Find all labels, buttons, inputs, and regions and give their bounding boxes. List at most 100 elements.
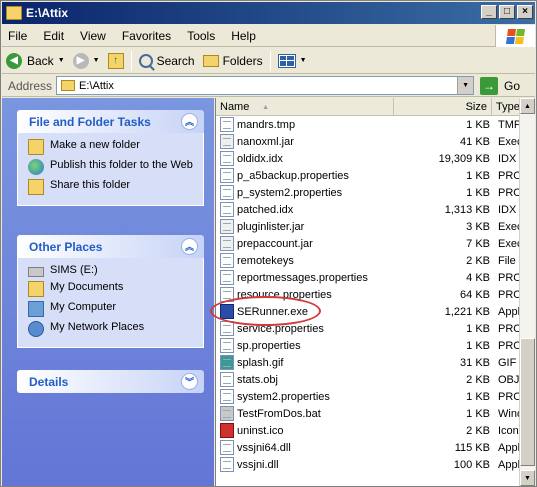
menu-view[interactable]: View bbox=[72, 29, 114, 43]
file-row[interactable]: system2.properties 1 KB PRO bbox=[216, 388, 520, 405]
file-row[interactable]: p_a5backup.properties 1 KB PRO bbox=[216, 167, 520, 184]
file-size: 41 KB bbox=[460, 135, 490, 148]
scroll-up-button[interactable]: ▲ bbox=[520, 98, 535, 114]
title-bar[interactable]: E:\Attix _ □ × bbox=[2, 2, 535, 24]
back-dropdown-icon[interactable]: ▼ bbox=[58, 57, 65, 64]
file-folder-tasks-header[interactable]: File and Folder Tasks ︽ bbox=[17, 110, 204, 133]
file-row[interactable]: stats.obj 2 KB OBJ bbox=[216, 371, 520, 388]
up-folder-icon: ↑ bbox=[107, 52, 124, 69]
vertical-scrollbar[interactable]: ▲ ▼ bbox=[519, 98, 535, 486]
folders-button[interactable]: Folders bbox=[199, 50, 267, 72]
place-sims-drive[interactable]: SIMS (E:) bbox=[28, 264, 195, 277]
close-button[interactable]: × bbox=[517, 5, 533, 19]
file-type: Appl bbox=[498, 305, 520, 318]
file-row[interactable]: p_system2.properties 1 KB PRO bbox=[216, 184, 520, 201]
file-row[interactable]: remotekeys 2 KB File bbox=[216, 252, 520, 269]
toolbar-separator bbox=[130, 50, 132, 71]
back-button[interactable]: ◀ Back ▼ bbox=[2, 50, 69, 72]
file-type: IDX I bbox=[498, 203, 520, 216]
address-value: E:\Attix bbox=[79, 79, 114, 92]
file-row[interactable]: nanoxml.jar 41 KB Exec bbox=[216, 133, 520, 150]
file-name: splash.gif bbox=[237, 356, 284, 369]
jar-file-icon bbox=[220, 219, 234, 234]
task-label: Publish this folder to the Web bbox=[50, 159, 193, 171]
file-icon bbox=[220, 185, 234, 200]
file-row[interactable]: reportmessages.properties 4 KB PRO bbox=[216, 269, 520, 286]
file-type: TMP bbox=[498, 118, 520, 131]
file-row[interactable]: SERunner.exe 1,221 KB Appl bbox=[216, 303, 520, 320]
batch-file-icon bbox=[220, 406, 234, 421]
menu-favorites[interactable]: Favorites bbox=[114, 29, 179, 43]
column-header-name[interactable]: Name ▲ bbox=[216, 98, 394, 116]
file-size: 1 KB bbox=[466, 339, 490, 352]
file-name-cell: patched.idx bbox=[216, 202, 398, 217]
file-row[interactable]: patched.idx 1,313 KB IDX I bbox=[216, 201, 520, 218]
file-row[interactable]: pluginlister.jar 3 KB Exec bbox=[216, 218, 520, 235]
file-row[interactable]: sp.properties 1 KB PRO bbox=[216, 337, 520, 354]
menu-edit[interactable]: Edit bbox=[35, 29, 72, 43]
share-folder-link[interactable]: Share this folder bbox=[28, 179, 195, 195]
file-row[interactable]: oldidx.idx 19,309 KB IDX I bbox=[216, 150, 520, 167]
file-name-cell: uninst.ico bbox=[216, 423, 398, 438]
file-name-cell: remotekeys bbox=[216, 253, 398, 268]
publish-web-icon bbox=[28, 159, 44, 175]
file-row[interactable]: vssjni.dll 100 KB Appl bbox=[216, 456, 520, 473]
views-dropdown-icon[interactable]: ▼ bbox=[300, 57, 307, 64]
column-header-type[interactable]: Type bbox=[492, 98, 520, 116]
file-row[interactable]: resource.properties 64 KB PRO bbox=[216, 286, 520, 303]
menu-tools[interactable]: Tools bbox=[179, 29, 223, 43]
panel-title: Other Places bbox=[29, 239, 103, 254]
file-icon bbox=[220, 151, 234, 166]
file-type: PRO bbox=[498, 288, 520, 301]
file-size: 31 KB bbox=[460, 356, 490, 369]
file-row[interactable]: vssjni64.dll 115 KB Appl bbox=[216, 439, 520, 456]
file-row[interactable]: splash.gif 31 KB GIF I bbox=[216, 354, 520, 371]
collapse-icon[interactable]: ︽ bbox=[181, 238, 198, 255]
task-label: Share this folder bbox=[50, 179, 131, 191]
file-list-pane: Name ▲ Size Type mandrs.tmp 1 KB TMP nanoxm… bbox=[215, 98, 535, 486]
place-my-documents[interactable]: My Documents bbox=[28, 281, 195, 297]
views-button[interactable]: ▼ bbox=[274, 50, 311, 72]
file-size: 1,221 KB bbox=[444, 305, 490, 318]
scroll-down-button[interactable]: ▼ bbox=[520, 470, 535, 486]
folder-icon bbox=[6, 6, 22, 20]
collapse-icon[interactable]: ︽ bbox=[181, 113, 198, 130]
file-row[interactable]: TestFromDos.bat 1 KB Wind bbox=[216, 405, 520, 422]
column-header-size[interactable]: Size bbox=[394, 98, 492, 116]
file-name: stats.obj bbox=[237, 373, 278, 386]
image-file-icon bbox=[220, 355, 234, 370]
file-row[interactable]: prepaccount.jar 7 KB Exec bbox=[216, 235, 520, 252]
scroll-thumb[interactable] bbox=[520, 338, 535, 466]
menu-help[interactable]: Help bbox=[223, 29, 264, 43]
search-button[interactable]: Search bbox=[135, 50, 199, 72]
file-name-cell: TestFromDos.bat bbox=[216, 406, 398, 421]
panel-title: Details bbox=[29, 374, 69, 389]
up-folder-button[interactable]: ↑ bbox=[104, 50, 128, 72]
task-pane: File and Folder Tasks ︽ Make a new folde… bbox=[2, 98, 214, 486]
make-new-folder-link[interactable]: Make a new folder bbox=[28, 139, 195, 155]
go-button[interactable]: → Go bbox=[480, 76, 520, 95]
other-places-header[interactable]: Other Places ︽ bbox=[17, 235, 204, 258]
column-label: Type bbox=[496, 101, 520, 113]
maximize-button[interactable]: □ bbox=[499, 5, 515, 19]
menu-file[interactable]: File bbox=[2, 29, 35, 43]
expand-icon[interactable]: ︾ bbox=[181, 373, 198, 390]
file-type: File bbox=[498, 254, 516, 267]
menu-bar: File Edit View Favorites Tools Help bbox=[2, 25, 535, 47]
publish-folder-link[interactable]: Publish this folder to the Web bbox=[28, 159, 195, 175]
file-type: PRO bbox=[498, 322, 520, 335]
place-my-computer[interactable]: My Computer bbox=[28, 301, 195, 317]
details-header[interactable]: Details ︾ bbox=[17, 370, 204, 393]
forward-dropdown-icon[interactable]: ▼ bbox=[93, 57, 100, 64]
file-row[interactable]: uninst.ico 2 KB Icon bbox=[216, 422, 520, 439]
address-dropdown-icon[interactable]: ▼ bbox=[457, 77, 474, 94]
file-type: Wind bbox=[498, 407, 520, 420]
file-row[interactable]: mandrs.tmp 1 KB TMP bbox=[216, 116, 520, 133]
forward-button[interactable]: ▶ ▼ bbox=[69, 50, 104, 72]
file-name-cell: nanoxml.jar bbox=[216, 134, 398, 149]
address-input[interactable]: E:\Attix ▼ bbox=[56, 76, 475, 95]
minimize-button[interactable]: _ bbox=[481, 5, 497, 19]
place-my-network-places[interactable]: My Network Places bbox=[28, 321, 195, 337]
file-row[interactable]: service.properties 1 KB PRO bbox=[216, 320, 520, 337]
file-size: 4 KB bbox=[466, 271, 490, 284]
